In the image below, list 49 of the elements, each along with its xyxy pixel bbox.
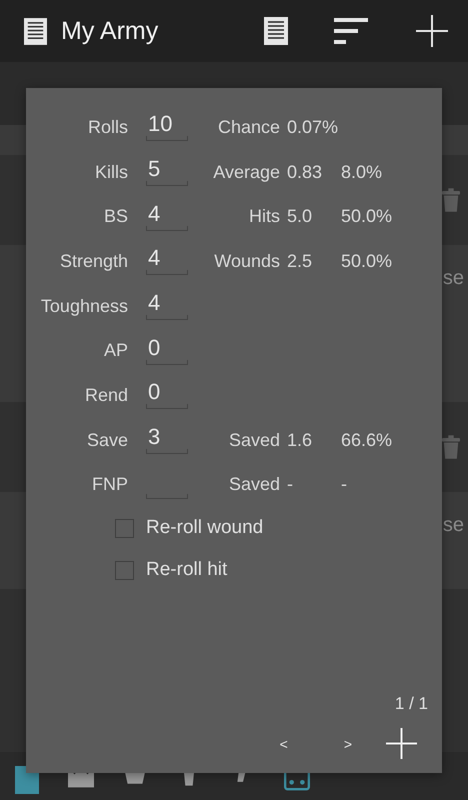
- checkbox-label: Re-roll wound: [146, 517, 264, 540]
- result-label: Hits: [249, 206, 280, 226]
- checkbox[interactable]: [115, 518, 134, 538]
- field-label: Save: [86, 430, 128, 451]
- field-label: Toughness: [40, 296, 128, 317]
- number-field[interactable]: 0: [146, 336, 188, 365]
- number-field[interactable]: 3: [146, 426, 188, 454]
- next-button[interactable]: >: [334, 732, 362, 756]
- field-label: Rend: [84, 384, 128, 406]
- row-text: se: [442, 514, 464, 537]
- number-field[interactable]: 4: [146, 292, 188, 320]
- previous-button[interactable]: <: [270, 732, 298, 756]
- document-icon[interactable]: [24, 18, 47, 44]
- number-field[interactable]: 10: [146, 113, 188, 142]
- document-icon[interactable]: [264, 17, 288, 45]
- add-icon[interactable]: [416, 15, 448, 47]
- sort-icon[interactable]: [334, 18, 368, 44]
- result-label: Wounds: [214, 250, 280, 271]
- row-text: se: [442, 267, 464, 290]
- result-percent: 8.0%: [341, 162, 382, 182]
- result-label: Saved: [228, 430, 280, 450]
- checkbox[interactable]: [115, 560, 134, 580]
- result-value: 0.83: [287, 162, 322, 182]
- add-icon[interactable]: [386, 728, 417, 759]
- field-label: AP: [102, 340, 128, 362]
- field-label: Rolls: [86, 116, 128, 138]
- result-value: -: [287, 474, 293, 494]
- result-percent: 50.0%: [341, 250, 392, 271]
- number-field[interactable]: 5: [146, 158, 188, 186]
- result-percent: -: [341, 474, 347, 494]
- checkbox-label: Re-roll hit: [146, 559, 228, 582]
- result-value: 2.5: [287, 250, 312, 271]
- result-percent: 50.0%: [341, 206, 392, 226]
- field-label: BS: [102, 206, 128, 228]
- field-label: Kills: [94, 162, 128, 183]
- result-label: Average: [213, 162, 280, 182]
- number-field[interactable]: 4: [146, 202, 188, 231]
- field-label: Strength: [58, 250, 128, 272]
- app-title: My Army: [61, 16, 158, 46]
- result-value: 0.07%: [287, 116, 338, 137]
- result-value: 5.0: [287, 206, 312, 226]
- result-label: Chance: [218, 116, 280, 137]
- number-field[interactable]: 4: [146, 247, 188, 276]
- number-field[interactable]: 0: [146, 381, 188, 410]
- result-percent: 66.6%: [341, 430, 392, 450]
- page-indicator: 1 / 1: [394, 694, 428, 714]
- field-label: FNP: [91, 474, 128, 496]
- result-label: Saved: [228, 474, 280, 494]
- result-value: 1.6: [287, 430, 312, 450]
